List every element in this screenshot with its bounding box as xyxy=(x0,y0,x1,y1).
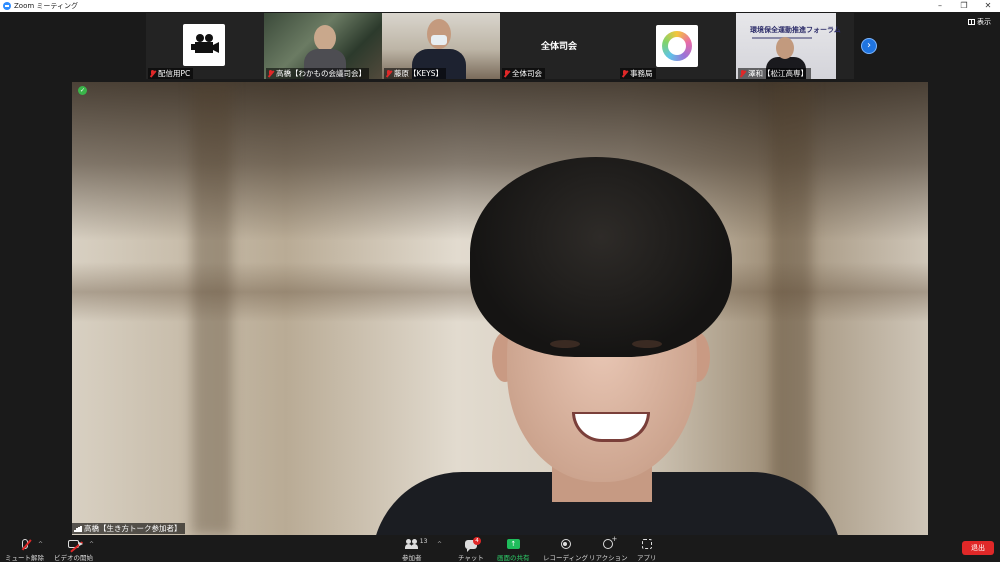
start-video-label: ビデオの開始 xyxy=(54,554,93,562)
speaker-name-text: 高橋【生き方トーク参加者】 xyxy=(84,524,182,533)
record-button[interactable]: レコーディング xyxy=(543,538,588,562)
participants-count: 13 xyxy=(419,538,428,545)
grid-view-icon xyxy=(968,19,975,25)
organization-logo xyxy=(656,25,698,67)
leave-button[interactable]: 退出 xyxy=(962,541,994,555)
close-button[interactable]: ✕ xyxy=(976,0,1000,12)
share-screen-icon: ↑ xyxy=(506,539,520,549)
view-label: 表示 xyxy=(977,18,991,26)
record-icon xyxy=(560,539,571,549)
participant-tile[interactable]: 環境保全運動推進フォーラム 澤和【松江高専】 xyxy=(736,13,854,79)
restore-button[interactable]: ❐ xyxy=(952,0,976,12)
share-screen-button[interactable]: ↑ 画面の共有 xyxy=(497,538,530,562)
chat-badge: 4 xyxy=(472,536,481,545)
background-banner: 環境保全運動推進フォーラム xyxy=(750,26,841,34)
participant-name: 澤和【松江高専】 xyxy=(738,68,811,79)
reaction-icon xyxy=(603,535,617,549)
participant-name: 藤原【KEYS】 xyxy=(384,68,446,79)
avatar xyxy=(183,24,225,66)
mic-muted-icon xyxy=(149,69,156,78)
participants-icon: 13 xyxy=(404,538,427,549)
participant-name: 配信用PC xyxy=(148,68,194,79)
participant-name-text: 配信用PC xyxy=(158,69,191,78)
participants-options-caret[interactable]: ^ xyxy=(437,541,442,548)
mic-muted-icon xyxy=(267,69,274,78)
title-bar: Zoom ミーティング – ❐ ✕ xyxy=(0,0,1000,12)
share-screen-label: 画面の共有 xyxy=(497,554,530,562)
rainbow-logo-icon xyxy=(662,31,692,61)
chat-icon: 4 xyxy=(464,536,481,552)
participant-name-text: 藤原【KEYS】 xyxy=(394,69,443,78)
participants-label: 参加者 xyxy=(402,554,422,562)
participant-tile[interactable]: 藤原【KEYS】 xyxy=(382,13,500,79)
audio-options-caret[interactable]: ^ xyxy=(38,541,43,548)
minimize-button[interactable]: – xyxy=(928,0,952,12)
participant-name: 全体司会 xyxy=(502,68,545,79)
participant-name-text: 事務局 xyxy=(630,69,653,78)
window-controls: – ❐ ✕ xyxy=(928,0,1000,12)
speaker-name-label: 高橋【生き方トーク参加者】 xyxy=(72,523,185,534)
mic-muted-icon xyxy=(503,69,510,78)
apps-label: アプリ xyxy=(637,554,657,562)
zoom-logo-icon xyxy=(3,2,11,10)
video-options-caret[interactable]: ^ xyxy=(89,541,94,548)
participant-tile[interactable]: 配信用PC xyxy=(146,13,264,79)
participant-name: 高橋【わかもの会議司会】 xyxy=(266,68,369,79)
participant-name-text: 全体司会 xyxy=(512,69,542,78)
gallery-strip: 配信用PC 高橋【わかもの会議司会】 藤原【KEYS】 全体司会 全体司会 事務… xyxy=(146,13,854,79)
mic-muted-icon xyxy=(621,69,628,78)
chat-button[interactable]: 4 チャット xyxy=(458,536,484,562)
participants-button[interactable]: 13 参加者 xyxy=(402,538,427,562)
zoom-meeting-window: Zoom ミーティング – ❐ ✕ 配信用PC 高橋【わかもの会議司会】 藤原【… xyxy=(0,0,1000,562)
mic-muted-icon xyxy=(739,69,746,78)
video-off-icon xyxy=(68,540,83,553)
video-camera-icon xyxy=(191,34,219,53)
active-speaker-video xyxy=(72,82,928,535)
participant-tile[interactable]: 全体司会 全体司会 xyxy=(500,13,618,79)
participant-name: 事務局 xyxy=(620,68,656,79)
participant-name-text: 澤和【松江高専】 xyxy=(748,69,808,78)
meeting-toolbar: ミュート解除 ^ ビデオの開始 ^ 13 参加者 ^ 4 チャット ↑ 画面の共… xyxy=(0,535,1000,562)
chat-label: チャット xyxy=(458,554,484,562)
record-label: レコーディング xyxy=(543,554,589,562)
unmute-label: ミュート解除 xyxy=(5,554,44,562)
participant-display-text: 全体司会 xyxy=(540,42,577,52)
participant-tile[interactable]: 高橋【わかもの会議司会】 xyxy=(264,13,382,79)
apps-icon xyxy=(641,539,652,549)
window-title: Zoom ミーティング xyxy=(14,2,78,10)
chevron-right-icon: › xyxy=(867,40,871,51)
view-button[interactable]: 表示 xyxy=(968,17,991,27)
next-page-button[interactable]: › xyxy=(861,38,877,54)
start-video-button[interactable]: ビデオの開始 xyxy=(54,538,93,562)
reactions-label: リアクション xyxy=(589,554,628,562)
reactions-button[interactable]: リアクション xyxy=(589,535,628,562)
microphone-off-icon xyxy=(21,539,31,551)
shield-check-icon[interactable]: ✓ xyxy=(78,86,87,95)
participant-name-text: 高橋【わかもの会議司会】 xyxy=(276,69,366,78)
mic-muted-icon xyxy=(385,69,392,78)
participant-tile[interactable]: 事務局 xyxy=(618,13,736,79)
signal-strength-icon xyxy=(74,525,82,532)
apps-button[interactable]: アプリ xyxy=(637,538,657,562)
